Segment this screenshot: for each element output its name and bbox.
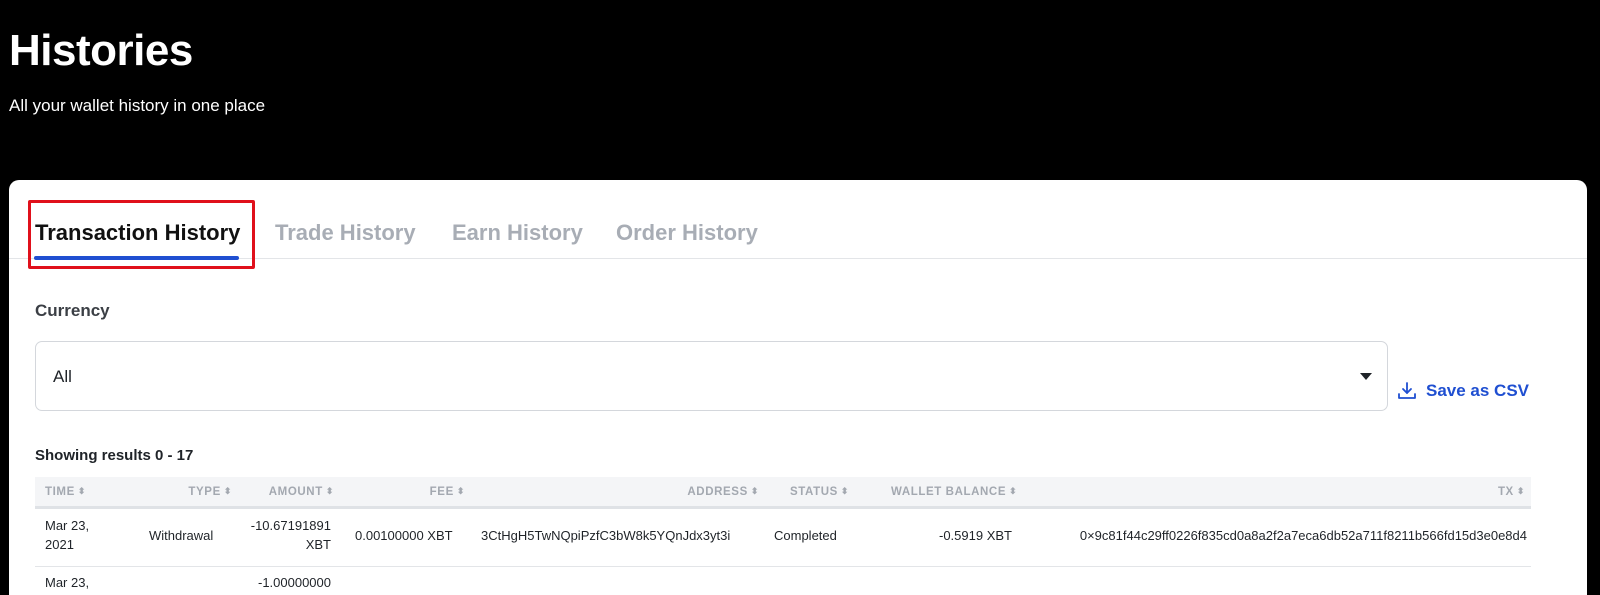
sort-icon: ⬍ <box>223 486 232 496</box>
cell-time: Mar 23, <box>45 575 90 590</box>
page-subtitle: All your wallet history in one place <box>9 96 266 115</box>
column-header-time[interactable]: TIME ⬍ <box>45 486 86 498</box>
sort-icon: ⬍ <box>1009 486 1018 496</box>
results-count: Showing results 0 - 17 <box>35 447 194 464</box>
sort-icon: ⬍ <box>325 486 334 496</box>
tab-highlight-box <box>28 200 255 269</box>
caret-down-icon <box>1360 373 1372 380</box>
page-title: Histories <box>9 26 193 75</box>
column-header-fee[interactable]: FEE ⬍ <box>430 486 465 498</box>
cell-amount: -10.67191891 XBT <box>250 518 331 552</box>
column-header-wallet-balance[interactable]: WALLET BALANCE ⬍ <box>891 486 1017 498</box>
table-header: TIME ⬍ TYPE ⬍ AMOUNT ⬍ FEE ⬍ ADDRESS ⬍ STATUS… <box>35 477 1531 509</box>
table-row[interactable]: Mar 23, -1.00000000 <box>35 567 1531 595</box>
cell-tx: 0×9c81f44c29ff0226f835cd0a8a2f2a7eca6db5… <box>1079 528 1527 543</box>
cell-type: Withdrawal <box>149 528 214 543</box>
column-header-address[interactable]: ADDRESS ⬍ <box>687 486 759 498</box>
column-header-type[interactable]: TYPE ⬍ <box>188 486 232 498</box>
transactions-table: TIME ⬍ TYPE ⬍ AMOUNT ⬍ FEE ⬍ ADDRESS ⬍ STATUS… <box>35 477 1531 595</box>
currency-select[interactable]: All <box>35 341 1388 411</box>
cell-time: Mar 23, 2021 <box>45 518 90 552</box>
tab-trade-history[interactable]: Trade History <box>275 220 416 246</box>
currency-select-value: All <box>53 367 72 386</box>
column-header-amount[interactable]: AMOUNT ⬍ <box>269 486 334 498</box>
column-header-tx[interactable]: TX ⬍ <box>1498 486 1525 498</box>
cell-status: Completed <box>774 528 837 543</box>
cell-wallet-balance: -0.5919 XBT <box>939 528 1012 543</box>
table-row[interactable]: Mar 23, 2021 Withdrawal -10.67191891 XBT… <box>35 509 1531 567</box>
tab-earn-history[interactable]: Earn History <box>452 220 583 246</box>
history-tabs: Transaction History Trade History Earn H… <box>9 180 1587 269</box>
currency-label: Currency <box>35 301 110 320</box>
sort-icon: ⬍ <box>77 486 87 496</box>
cell-amount: -1.00000000 <box>257 575 331 590</box>
sort-icon: ⬍ <box>750 486 759 496</box>
tab-order-history[interactable]: Order History <box>616 220 758 246</box>
save-as-csv-button[interactable]: Save as CSV <box>1397 377 1529 405</box>
sort-icon: ⬍ <box>840 486 850 496</box>
sort-icon: ⬍ <box>1516 486 1525 496</box>
cell-address: 3CtHgH5TwNQpiPzfC3bW8k5YQnJdx3yt3i <box>481 528 731 543</box>
download-icon <box>1398 382 1416 399</box>
save-as-csv-label: Save as CSV <box>1426 381 1530 400</box>
sort-icon: ⬍ <box>456 486 465 496</box>
history-card: Transaction History Trade History Earn H… <box>9 180 1587 595</box>
cell-fee: 0.00100000 XBT <box>355 528 453 543</box>
column-header-status[interactable]: STATUS ⬍ <box>790 486 849 498</box>
